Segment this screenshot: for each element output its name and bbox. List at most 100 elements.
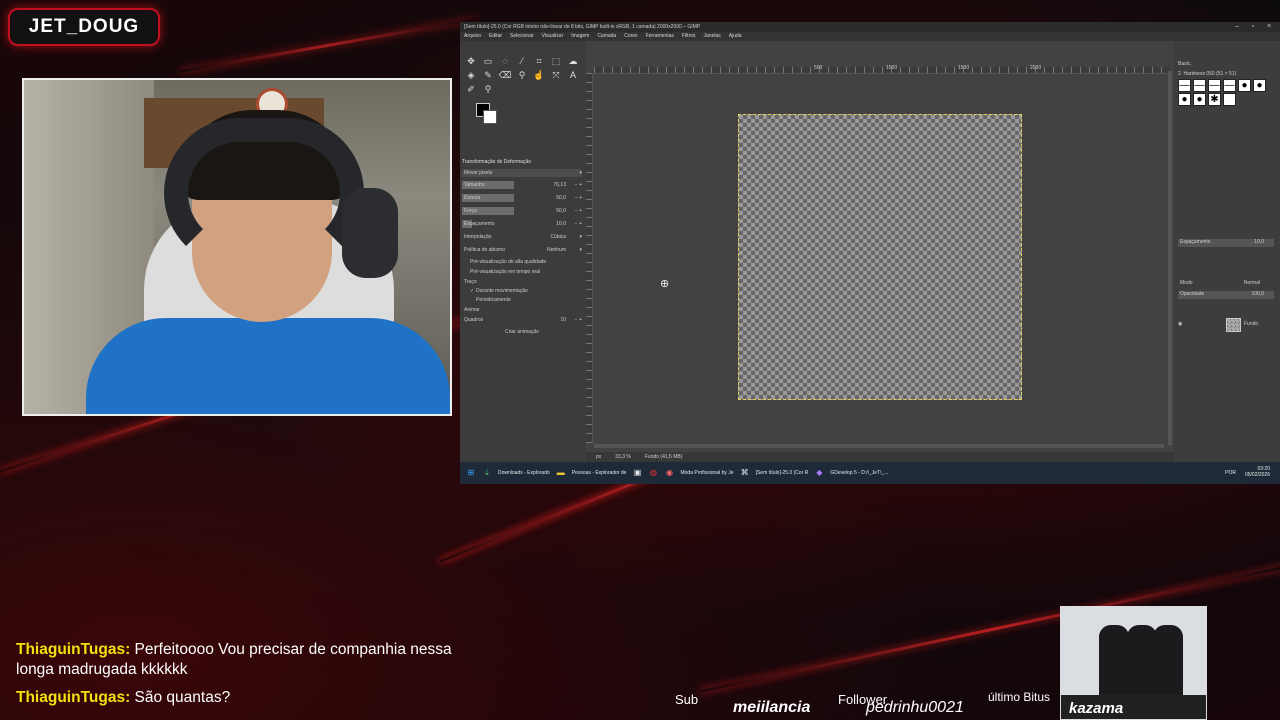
menu-view[interactable]: Visualizar xyxy=(542,32,564,41)
spacing-slider-dock[interactable]: Espaçamento 10,0 xyxy=(1178,239,1274,247)
menu-select[interactable]: Selecionar xyxy=(510,32,534,41)
eraser-icon[interactable]: ⌫ xyxy=(498,69,512,82)
brush-item[interactable]: ― xyxy=(1193,79,1206,92)
stepper-icon[interactable]: − + xyxy=(575,220,582,228)
webcam-person-shirt xyxy=(86,318,450,414)
close-icon[interactable]: × xyxy=(1262,22,1276,32)
fg-bg-colors[interactable] xyxy=(476,103,497,124)
app-icon[interactable]: ◍ xyxy=(648,468,658,478)
vertical-scrollbar[interactable] xyxy=(1168,71,1172,445)
stepper-icon[interactable]: − + xyxy=(575,207,582,215)
brush-item[interactable]: ● xyxy=(1193,93,1206,106)
taskbar-item-gimp[interactable]: [Sem título]-25.0 (Cor R xyxy=(756,470,809,476)
text-tool-icon[interactable]: A xyxy=(566,69,580,82)
transparent-image-canvas[interactable] xyxy=(738,114,1022,400)
hardness-slider[interactable]: Dureza 50,0 − + xyxy=(462,194,582,202)
strength-slider[interactable]: Força 50,0 − + xyxy=(462,207,582,215)
paintbrush-icon[interactable]: ✎ xyxy=(481,69,495,82)
rect-select-icon[interactable]: ▭ xyxy=(481,55,495,68)
menu-tools[interactable]: Ferramentas xyxy=(646,32,674,41)
transform-icon[interactable]: ⬚ xyxy=(549,55,563,68)
brush-item[interactable]: ● xyxy=(1178,93,1191,106)
brush-item[interactable]: ― xyxy=(1208,79,1221,92)
menu-edit[interactable]: Editar xyxy=(489,32,502,41)
gdevelop-icon[interactable]: ◆ xyxy=(814,468,824,478)
periodically-checkbox[interactable]: Periodicamente xyxy=(462,296,582,304)
unit-select[interactable]: px xyxy=(596,452,601,462)
canvas-area[interactable]: 500 1000 1500 2000 ⊕ xyxy=(586,41,1174,462)
layer-name: Fundo xyxy=(1244,321,1259,327)
input-language[interactable]: POR xyxy=(1225,470,1236,476)
menu-file[interactable]: Arquivo xyxy=(464,32,481,41)
during-motion-checkbox[interactable]: ✓ Durante movimentação xyxy=(462,287,582,295)
stepper-icon[interactable]: − + xyxy=(575,194,582,202)
warp-tool-icon[interactable]: ☁ xyxy=(566,55,580,68)
smudge-icon[interactable]: ☝ xyxy=(532,69,546,82)
clone-icon[interactable]: ⚲ xyxy=(515,69,529,82)
chat-message: ThiaguinTugas: São quantas? xyxy=(16,688,476,708)
realtime-preview-checkbox[interactable]: Pré-visualização em tempo real xyxy=(462,268,582,276)
brush-grid: ― ― ― ― ● ● ● ● ✱ xyxy=(1178,79,1267,106)
brush-item[interactable]: ✱ xyxy=(1208,93,1221,106)
gimp-menu-bar: Arquivo Editar Selecionar Visualizar Ima… xyxy=(460,32,1280,41)
browser-icon[interactable]: ◉ xyxy=(664,468,674,478)
red-streak xyxy=(179,17,476,73)
blend-mode-value: Normal xyxy=(1243,280,1260,286)
move-tool-icon[interactable]: ✥ xyxy=(464,55,478,68)
crop-icon[interactable]: ⌗ xyxy=(532,55,546,68)
color-picker-icon[interactable]: ✐ xyxy=(464,83,478,96)
menu-layer[interactable]: Camada xyxy=(597,32,616,41)
gimp-icon[interactable]: ⌘ xyxy=(740,468,750,478)
opacity-slider[interactable]: Opacidade 100,0 xyxy=(1178,291,1274,299)
minimize-icon[interactable]: – xyxy=(1230,22,1244,32)
taskbar-item-downloads[interactable]: Downloads - Explorado xyxy=(498,470,550,476)
taskbar-item-chrome[interactable]: Moda Profissional by Je xyxy=(680,470,733,476)
taskbar-clock[interactable]: 03:20 05/02/2026 xyxy=(1245,466,1270,478)
abyss-label: Política de abismo xyxy=(464,247,505,253)
abyss-row[interactable]: Política de abismo Nenhum ▾ xyxy=(462,246,582,254)
taskbar-item-gdevelop[interactable]: GDevelop 5 - D:/\_JeT\_... xyxy=(830,470,888,476)
brush-item[interactable]: ● xyxy=(1238,79,1251,92)
hq-preview-checkbox[interactable]: Pré-visualização de alta qualidade xyxy=(462,258,582,266)
path-icon[interactable]: ⤧ xyxy=(549,69,563,82)
brush-item[interactable]: ● xyxy=(1253,79,1266,92)
layer-thumbnail xyxy=(1226,318,1241,332)
bucket-fill-icon[interactable]: ◈ xyxy=(464,69,478,82)
background-color[interactable] xyxy=(483,110,497,124)
horizontal-scrollbar[interactable] xyxy=(594,444,1164,448)
opacity-value: 100,0 xyxy=(1251,291,1264,297)
size-slider[interactable]: Tamanho 76,13 − + xyxy=(462,181,582,189)
interpolation-row[interactable]: Interpolação Cúbica ▾ xyxy=(462,233,582,241)
frames-slider[interactable]: Quadros 10 − + xyxy=(462,316,582,324)
brush-item[interactable]: ― xyxy=(1223,79,1236,92)
tool-options-title: Transformação de Deformação xyxy=(462,159,532,165)
create-animation-button[interactable]: Criar animação xyxy=(462,328,582,336)
eye-icon[interactable]: ◉ xyxy=(1178,321,1182,327)
menu-help[interactable]: Ajuda xyxy=(729,32,742,41)
stepper-icon[interactable]: − + xyxy=(575,181,582,189)
zoom-icon[interactable]: ⚲ xyxy=(481,83,495,96)
stepper-icon[interactable]: − + xyxy=(575,316,582,324)
blend-mode-row[interactable]: Modo Normal xyxy=(1178,280,1274,288)
menu-image[interactable]: Imagem xyxy=(571,32,589,41)
app-icon[interactable]: ▣ xyxy=(632,468,642,478)
folder-icon[interactable]: ▬ xyxy=(556,468,566,478)
brush-item[interactable] xyxy=(1223,93,1236,106)
windows-start-icon[interactable]: ⊞ xyxy=(466,468,476,478)
periodically-label: Periodicamente xyxy=(476,297,511,303)
menu-filters[interactable]: Filtros xyxy=(682,32,696,41)
maximize-icon[interactable]: ▫ xyxy=(1246,22,1260,32)
taskbar-item-explorer[interactable]: Pessoas - Explorador de xyxy=(572,470,627,476)
download-icon[interactable]: ⇣ xyxy=(482,468,492,478)
layer-item[interactable]: ◉ Fundo xyxy=(1178,317,1276,332)
menu-windows[interactable]: Janelas xyxy=(704,32,721,41)
zoom-select[interactable]: 33,3 % xyxy=(615,452,631,462)
spacing-slider[interactable]: Espaçamento 10,0 − + xyxy=(462,220,582,228)
interpolation-value: Cúbica xyxy=(550,234,566,240)
mode-select[interactable]: Mover pixels ▾ xyxy=(462,169,582,177)
vertical-ruler xyxy=(586,73,593,443)
menu-colors[interactable]: Cores xyxy=(624,32,637,41)
brush-item[interactable]: ― xyxy=(1178,79,1191,92)
lasso-icon[interactable]: ◌ xyxy=(498,55,512,68)
fuzzy-select-icon[interactable]: ⁄ xyxy=(515,55,529,68)
